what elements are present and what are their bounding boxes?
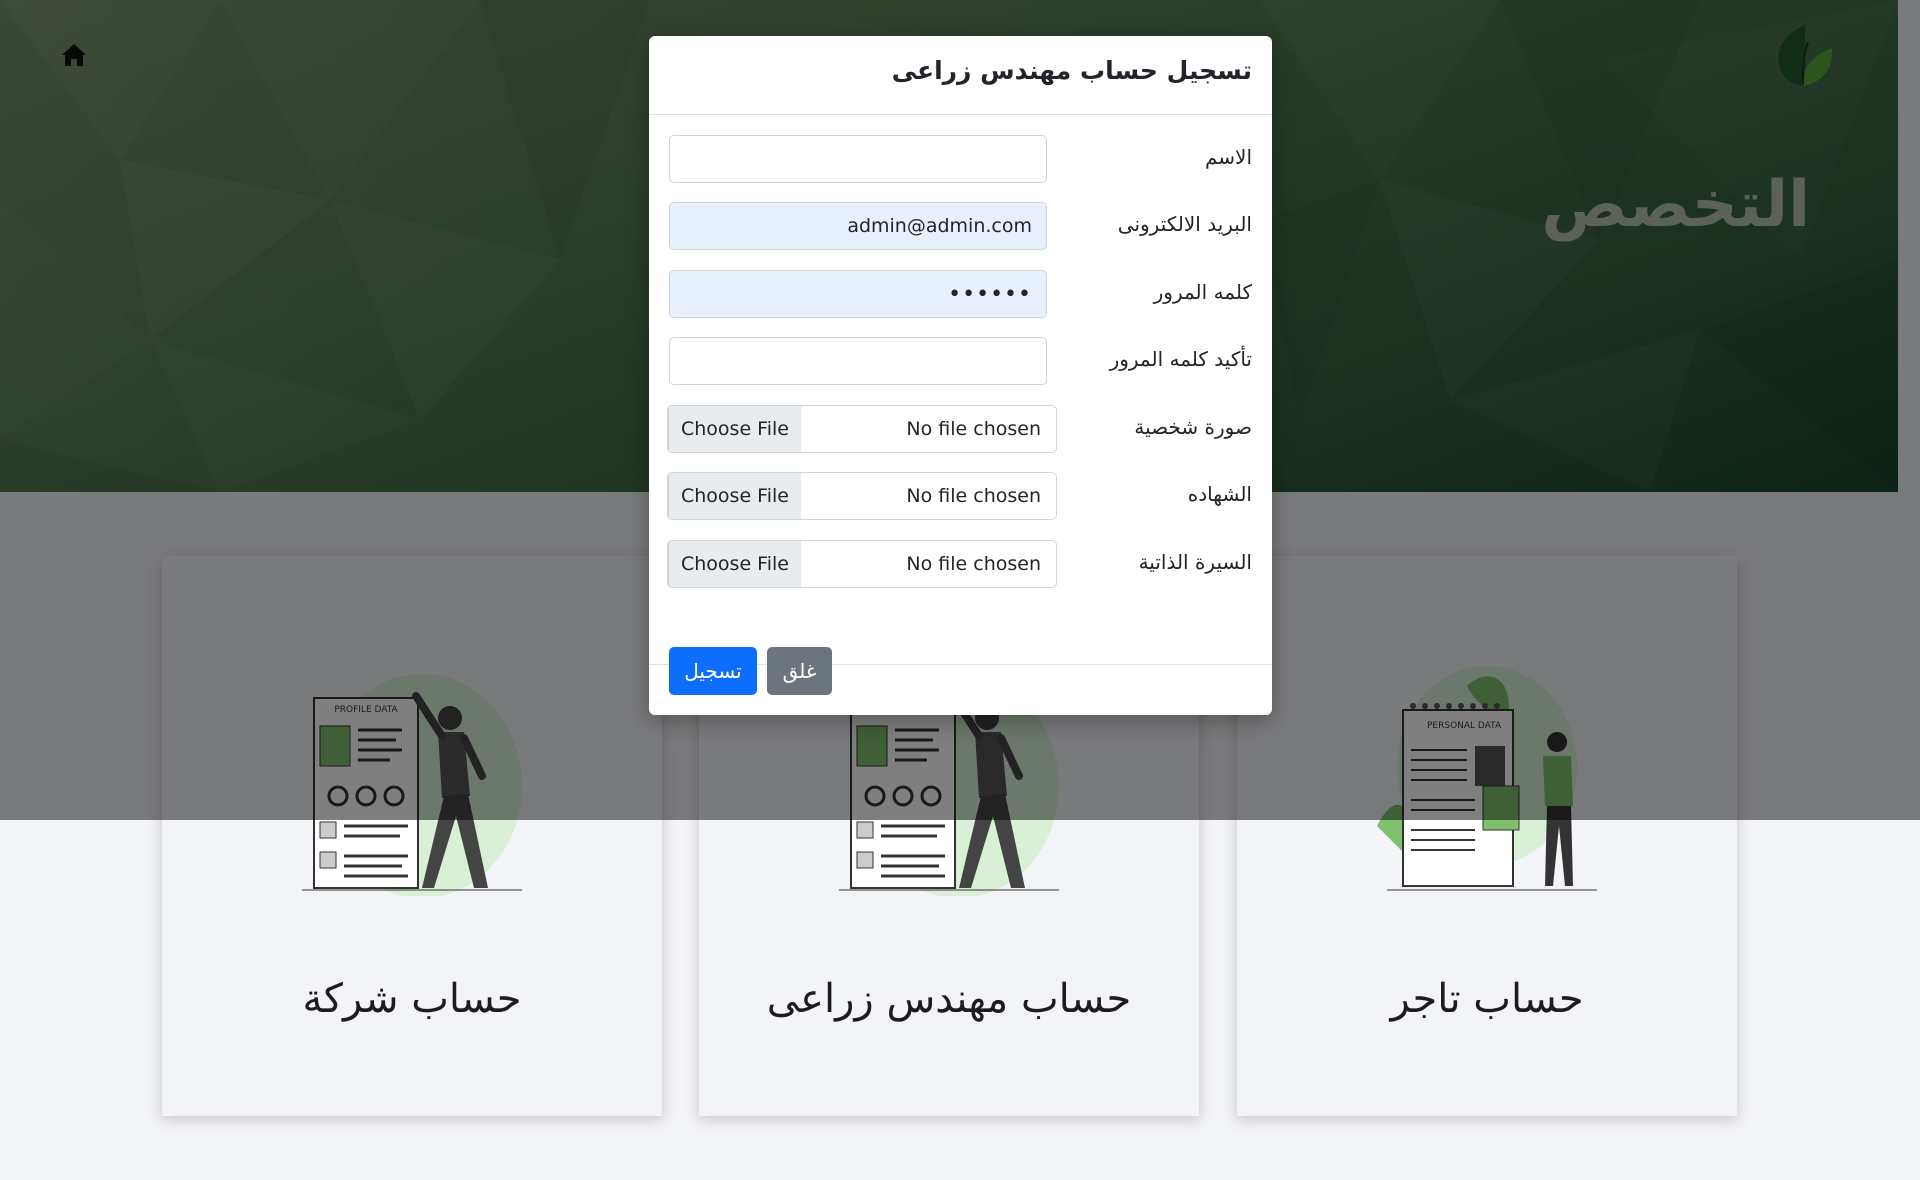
certificate-file-input[interactable]: Choose File No file chosen [667, 472, 1057, 520]
cv-row: السيرة الذاتية Choose File No file chose… [667, 540, 1252, 588]
card-title: حساب مهندس زراعى [766, 976, 1132, 1022]
register-engineer-modal: تسجيل حساب مهندس زراعى الاسم البريد الال… [649, 36, 1272, 715]
profile-photo-row: صورة شخصية Choose File No file chosen [667, 405, 1252, 453]
certificate-row: الشهاده Choose File No file chosen [667, 472, 1252, 520]
email-row: البريد الالكترونى admin@admin.com [669, 202, 1252, 250]
email-input[interactable]: admin@admin.com [669, 202, 1047, 250]
card-title: حساب شركة [302, 976, 522, 1022]
file-status: No file chosen [906, 418, 1041, 440]
register-button[interactable]: تسجيل [669, 647, 757, 695]
modal-header: تسجيل حساب مهندس زراعى [649, 36, 1272, 115]
confirm-password-row: تأكيد كلمه المرور [669, 337, 1252, 385]
cv-file-input[interactable]: Choose File No file chosen [667, 540, 1057, 588]
modal-footer: تسجيل غلق [669, 647, 832, 695]
name-input[interactable] [669, 135, 1047, 183]
password-label: كلمه المرور [1153, 280, 1252, 304]
registration-form: الاسم البريد الالكترونى admin@admin.com … [649, 115, 1272, 665]
choose-file-button[interactable]: Choose File [668, 541, 801, 587]
file-status: No file chosen [906, 485, 1041, 507]
profile-photo-file-input[interactable]: Choose File No file chosen [667, 405, 1057, 453]
email-label: البريد الالكترونى [1117, 212, 1252, 236]
password-row: كلمه المرور •••••• [669, 270, 1252, 318]
confirm-password-input[interactable] [669, 337, 1047, 385]
cv-label: السيرة الذاتية [1138, 550, 1252, 574]
confirm-password-label: تأكيد كلمه المرور [1109, 347, 1252, 371]
card-title: حساب تاجر [1390, 976, 1584, 1022]
name-label: الاسم [1204, 145, 1252, 169]
certificate-label: الشهاده [1187, 482, 1252, 506]
modal-title: تسجيل حساب مهندس زراعى [891, 56, 1252, 85]
close-button[interactable]: غلق [767, 647, 832, 695]
password-input[interactable]: •••••• [669, 270, 1047, 318]
name-row: الاسم [669, 135, 1252, 183]
file-status: No file chosen [906, 553, 1041, 575]
choose-file-button[interactable]: Choose File [668, 406, 801, 452]
profile-photo-label: صورة شخصية [1134, 415, 1252, 439]
choose-file-button[interactable]: Choose File [668, 473, 801, 519]
